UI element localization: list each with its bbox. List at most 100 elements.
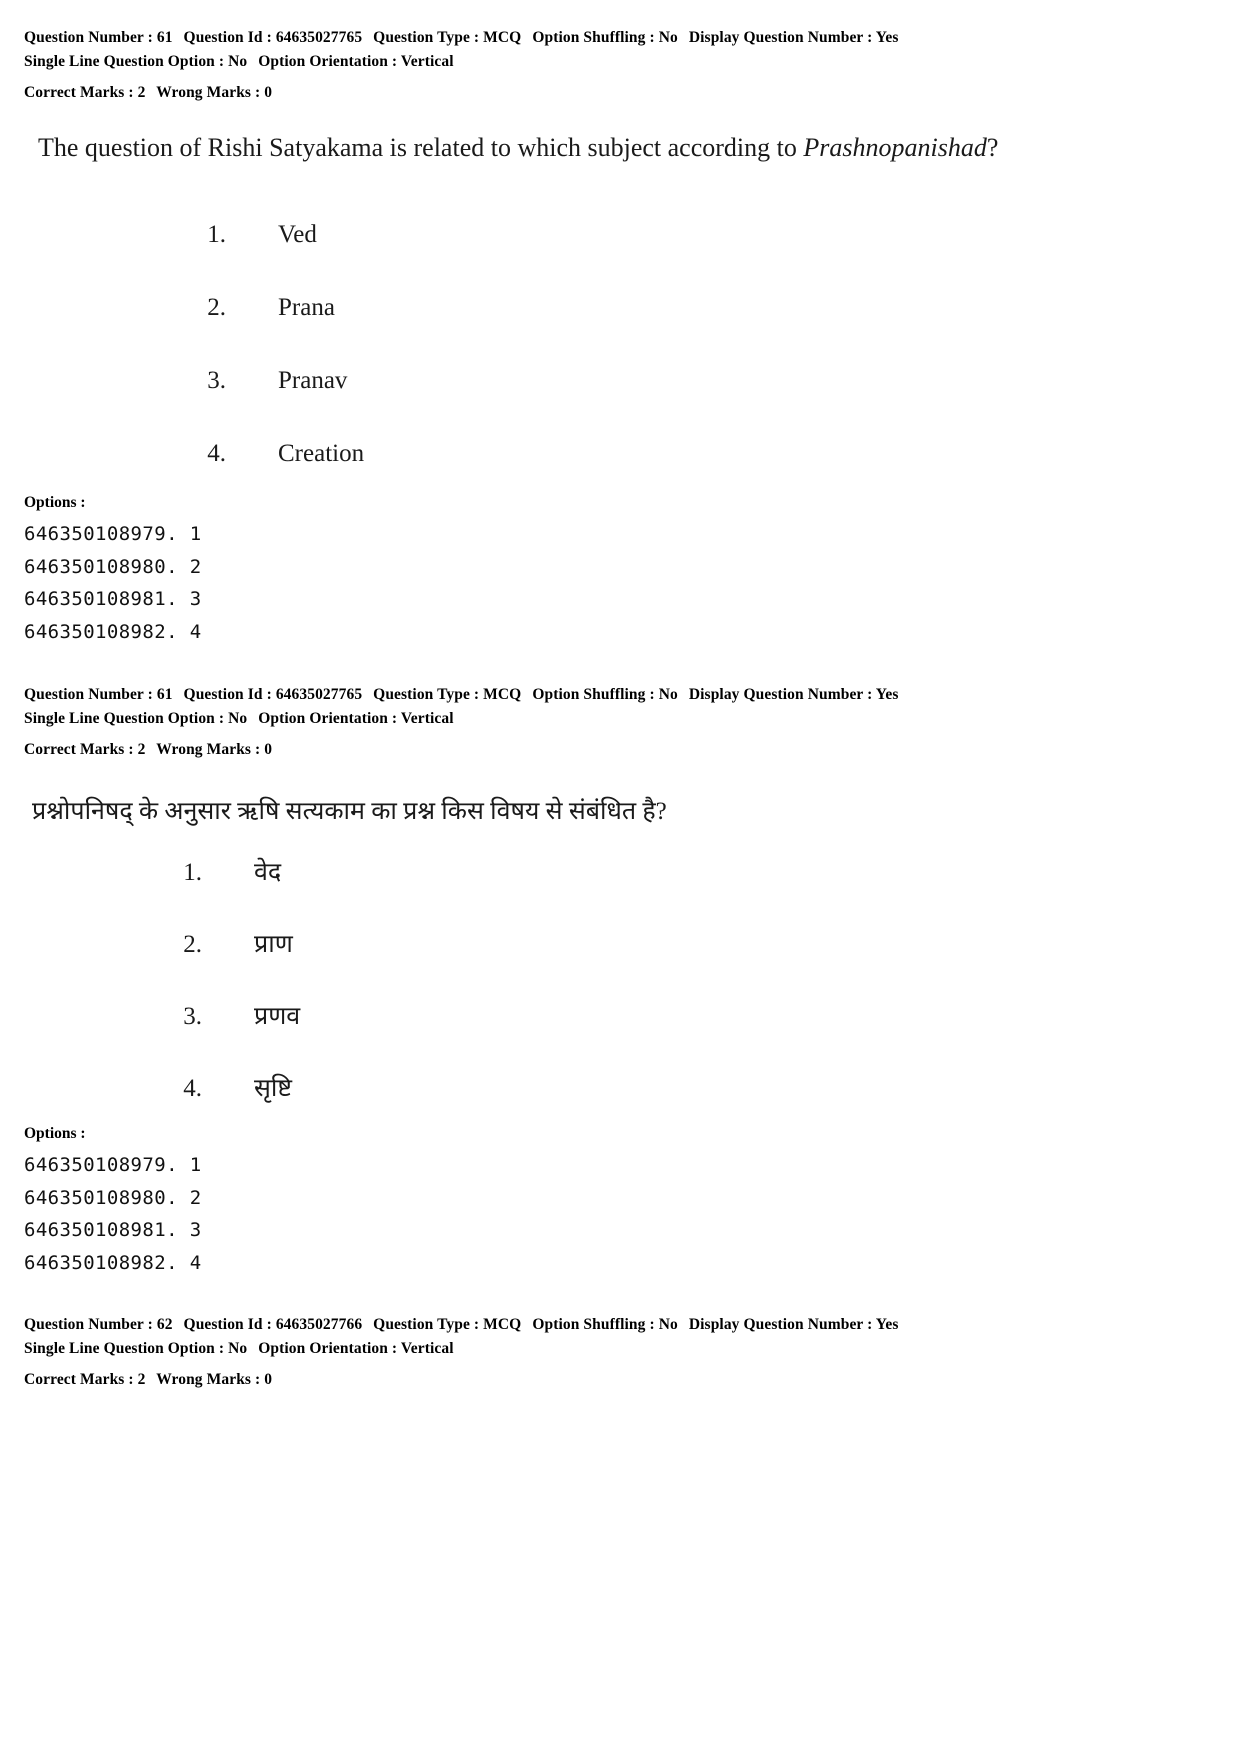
meta-line-primary: Question Number : 61 Question Id : 64635… bbox=[24, 26, 1214, 50]
question-number-value: 61 bbox=[156, 29, 173, 46]
choice-item-english-1[interactable]: 1. Ved bbox=[172, 221, 872, 294]
option-orientation-label: Option Orientation : bbox=[258, 710, 398, 728]
correct-marks-label: Correct Marks : bbox=[24, 1371, 134, 1389]
choice-item-hindi-1[interactable]: 1. वेद bbox=[148, 854, 848, 926]
question-number-value: 61 bbox=[156, 686, 173, 703]
choice-label: Prana bbox=[278, 294, 335, 321]
question-type-label: Question Type : bbox=[373, 29, 480, 46]
question-type-label: Question Type : bbox=[373, 686, 480, 703]
question-meta-block-61-english: Question Number : 61 Question Id : 64635… bbox=[24, 26, 1214, 105]
choice-label: Creation bbox=[278, 440, 365, 467]
single-line-question-option-label: Single Line Question Option : bbox=[24, 1340, 225, 1358]
meta-line-primary: Question Number : 62 Question Id : 64635… bbox=[24, 1313, 1214, 1337]
option-shuffling-value: No bbox=[658, 29, 678, 46]
option-id-item: 646350108979. 1 bbox=[24, 523, 202, 545]
question-stem-text: The question of Rishi Satyakama is relat… bbox=[38, 133, 804, 162]
option-shuffling-value: No bbox=[658, 686, 678, 703]
wrong-marks-value: 0 bbox=[264, 1371, 273, 1389]
option-shuffling-value: No bbox=[658, 1316, 678, 1333]
option-orientation-value: Vertical bbox=[400, 710, 454, 728]
choice-number: 4. bbox=[183, 1075, 202, 1102]
option-id-item: 646350108981. 3 bbox=[24, 1219, 202, 1242]
question-stem-terminator: ? bbox=[986, 133, 999, 162]
options-id-section-hindi: Options : 646350108979. 1 646350108980. … bbox=[24, 1125, 524, 1280]
option-shuffling-label: Option Shuffling : bbox=[532, 29, 655, 46]
choice-label: वेद bbox=[254, 859, 282, 886]
option-id-list: 646350108979. 1 646350108980. 2 64635010… bbox=[24, 1149, 524, 1280]
display-question-number-label: Display Question Number : bbox=[688, 686, 873, 703]
choice-label: प्रणव bbox=[254, 1003, 301, 1030]
option-id-list: 646350108979. 1 646350108980. 2 64635010… bbox=[24, 518, 524, 649]
wrong-marks-label: Wrong Marks : bbox=[156, 84, 261, 102]
question-number-value: 62 bbox=[156, 1316, 173, 1333]
choice-item-hindi-3[interactable]: 3. प्रणव bbox=[148, 998, 848, 1070]
question-id-value: 64635027766 bbox=[275, 1316, 363, 1333]
choice-list-english: 1. Ved 2. Prana 3. Pranav 4. Creation bbox=[172, 221, 872, 513]
choice-item-hindi-2[interactable]: 2. प्राण bbox=[148, 926, 848, 998]
options-title: Options : bbox=[24, 494, 86, 511]
question-stem-italic-term: Prashnopanishad bbox=[803, 133, 987, 162]
choice-number: 3. bbox=[183, 1003, 202, 1030]
wrong-marks-label: Wrong Marks : bbox=[156, 741, 261, 759]
question-id-label: Question Id : bbox=[183, 1316, 272, 1333]
option-orientation-value: Vertical bbox=[400, 53, 454, 71]
question-id-value: 64635027765 bbox=[275, 29, 363, 46]
options-id-section-english: Options : 646350108979. 1 646350108980. … bbox=[24, 494, 524, 649]
choice-number: 2. bbox=[207, 294, 226, 321]
option-id-item: 646350108981. 3 bbox=[24, 588, 202, 611]
exam-answer-key-page: Question Number : 61 Question Id : 64635… bbox=[0, 0, 1240, 1754]
display-question-number-label: Display Question Number : bbox=[688, 29, 873, 46]
question-type-value: MCQ bbox=[483, 1316, 522, 1333]
single-line-question-option-label: Single Line Question Option : bbox=[24, 53, 225, 71]
option-id-item: 646350108982. 4 bbox=[24, 621, 202, 644]
question-id-value: 64635027765 bbox=[275, 686, 363, 703]
option-orientation-value: Vertical bbox=[400, 1340, 454, 1358]
question-type-value: MCQ bbox=[483, 686, 522, 703]
choice-number: 2. bbox=[183, 931, 202, 958]
option-shuffling-label: Option Shuffling : bbox=[532, 1316, 655, 1333]
choice-item-english-2[interactable]: 2. Prana bbox=[172, 294, 872, 367]
options-title: Options : bbox=[24, 1125, 86, 1142]
meta-line-secondary: Single Line Question Option : No Option … bbox=[24, 707, 1214, 731]
question-type-value: MCQ bbox=[483, 29, 522, 46]
correct-marks-value: 2 bbox=[137, 84, 146, 102]
question-meta-block-62-english: Question Number : 62 Question Id : 64635… bbox=[24, 1313, 1214, 1392]
choice-item-english-3[interactable]: 3. Pranav bbox=[172, 367, 872, 440]
option-id-item: 646350108979. 1 bbox=[24, 1154, 202, 1176]
single-line-question-option-value: No bbox=[228, 53, 248, 71]
question-number-label: Question Number : bbox=[24, 29, 153, 46]
choice-label: प्राण bbox=[254, 931, 293, 958]
correct-marks-value: 2 bbox=[137, 1371, 146, 1389]
option-id-item: 646350108980. 2 bbox=[24, 1186, 202, 1209]
option-id-item: 646350108982. 4 bbox=[24, 1252, 202, 1275]
choice-label: Ved bbox=[278, 221, 317, 248]
question-stem-english: The question of Rishi Satyakama is relat… bbox=[38, 130, 1067, 167]
single-line-question-option-value: No bbox=[228, 710, 248, 728]
question-number-label: Question Number : bbox=[24, 686, 153, 703]
question-id-label: Question Id : bbox=[183, 686, 272, 703]
choice-label: Pranav bbox=[278, 367, 348, 394]
wrong-marks-value: 0 bbox=[264, 84, 273, 102]
question-stem-hindi: प्रश्नोपनिषद् के अनुसार ऋषि सत्यकाम का प… bbox=[32, 798, 667, 825]
meta-line-secondary: Single Line Question Option : No Option … bbox=[24, 50, 1214, 74]
option-shuffling-label: Option Shuffling : bbox=[532, 686, 655, 703]
meta-line-primary: Question Number : 61 Question Id : 64635… bbox=[24, 683, 1214, 707]
correct-marks-label: Correct Marks : bbox=[24, 741, 134, 759]
correct-marks-value: 2 bbox=[137, 741, 146, 759]
meta-line-marks: Correct Marks : 2 Wrong Marks : 0 bbox=[24, 1368, 1214, 1392]
choice-list-hindi: 1. वेद 2. प्राण 3. प्रणव 4. सृष्टि bbox=[148, 854, 848, 1142]
question-type-label: Question Type : bbox=[373, 1316, 480, 1333]
display-question-number-value: Yes bbox=[875, 29, 899, 46]
option-orientation-label: Option Orientation : bbox=[258, 53, 398, 71]
choice-label: सृष्टि bbox=[254, 1075, 292, 1102]
question-id-label: Question Id : bbox=[183, 29, 272, 46]
meta-line-secondary: Single Line Question Option : No Option … bbox=[24, 1337, 1214, 1361]
wrong-marks-label: Wrong Marks : bbox=[156, 1371, 261, 1389]
single-line-question-option-value: No bbox=[228, 1340, 248, 1358]
choice-number: 1. bbox=[183, 859, 202, 886]
choice-number: 3. bbox=[207, 367, 226, 394]
option-id-item: 646350108980. 2 bbox=[24, 555, 202, 578]
choice-number: 1. bbox=[207, 221, 226, 248]
wrong-marks-value: 0 bbox=[264, 741, 273, 759]
meta-line-marks: Correct Marks : 2 Wrong Marks : 0 bbox=[24, 81, 1214, 105]
